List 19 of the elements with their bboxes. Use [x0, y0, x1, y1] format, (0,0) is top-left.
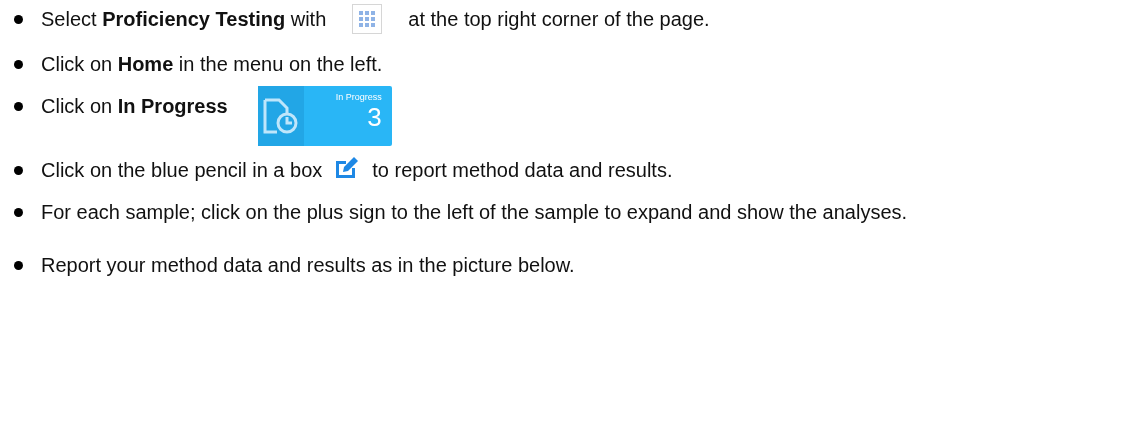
instruction-text: to report method data and results.	[372, 158, 673, 182]
tile-label: In Progress	[335, 92, 382, 102]
bullet-icon	[14, 208, 23, 217]
bullet-icon	[14, 102, 23, 111]
instruction-text: Select Proficiency Testing with	[41, 7, 327, 31]
in-progress-tile[interactable]: In Progress 3	[257, 86, 392, 146]
instruction-text: at the top right corner of the page.	[408, 7, 710, 31]
bullet-icon	[14, 261, 23, 270]
instruction-text: Click on Home in the menu on the left.	[41, 52, 383, 76]
tile-count: 3	[367, 102, 382, 132]
bullet-icon	[14, 166, 23, 175]
pencil-box-icon	[334, 156, 361, 180]
instruction-text: Click on In Progress	[41, 94, 228, 118]
bullet-icon	[14, 15, 23, 24]
instruction-text: Click on the blue pencil in a box	[41, 158, 323, 182]
instruction-text: Report your method data and results as in the picture below.	[41, 253, 575, 277]
app-grid-icon	[352, 4, 383, 34]
instruction-text: For each sample; click on the plus sign to the left of the sample to expand and show the analyses.	[41, 200, 908, 225]
bullet-icon	[14, 60, 23, 69]
